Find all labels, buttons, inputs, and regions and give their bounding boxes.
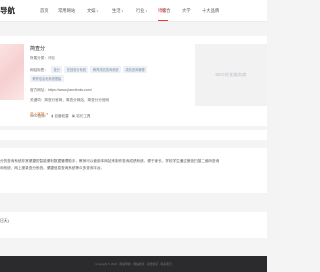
- nav-item-top-brands[interactable]: 十大品牌: [202, 8, 219, 14]
- chevron-down-icon: ▾: [145, 9, 148, 13]
- url-line: 官方网址：https://www.jiancfenkv.com/: [30, 88, 92, 92]
- tag-chip[interactable]: 在线查分系统: [64, 66, 89, 73]
- nav-item-industry[interactable]: 行业▾: [136, 8, 147, 14]
- baidu-weight-link[interactable]: 百度权重: [54, 114, 68, 118]
- nav-item-common-sites[interactable]: 常用网站: [58, 8, 75, 14]
- site-description: 分的查询系统非常便捷的智能便利数据管理助手，教师可以使用本网站来制作查询成绩系统…: [0, 148, 267, 193]
- date-info: 日天): [0, 212, 267, 238]
- tool-icon: ▣: [71, 114, 76, 118]
- top-navigation-bar: 导航 首页 常用网站 文娱▾ 生活▾ 行业▾ 综合 博客 大学 十大品牌: [0, 0, 267, 22]
- description-line: 询系统、网上报录查分系统，便捷信息查询系统等众多查询平台。: [0, 165, 105, 170]
- official-url-link[interactable]: https://www.jiancfenkv.com/: [48, 88, 92, 92]
- tag-chip[interactable]: 教育成绩查询系统: [90, 66, 121, 73]
- category-link[interactable]: 博客: [48, 56, 55, 60]
- date-text: 日天): [0, 219, 9, 223]
- seo-ad-text: SEO优化服务商: [215, 72, 247, 77]
- nav-item-university[interactable]: 大学: [182, 8, 191, 14]
- category-line: 所属分类：博客: [30, 56, 56, 60]
- nav-item-life[interactable]: 生活▾: [112, 8, 123, 14]
- keywords-line: 关键词：简查分官网，简查分网站，简查分分信网: [30, 98, 110, 102]
- footer-text: Copyright © 2023 · 网站导航 · 网站收录 · 免费收录 · …: [95, 262, 172, 266]
- section-divider: [0, 130, 267, 140]
- tag-list: 网站标签： 查分 在线查分系统 教育成绩查询系统 成绩查询管理教育信息化系统搭建: [30, 66, 160, 84]
- webmaster-tools-link[interactable]: 站长工具: [76, 114, 90, 118]
- chevron-down-icon: ▾: [96, 9, 99, 13]
- tag-chip[interactable]: 教育信息化系统搭建: [30, 75, 64, 82]
- nav-item-entertainment[interactable]: 文娱▾: [87, 8, 98, 14]
- site-logo[interactable]: 导航: [0, 5, 15, 16]
- tag-chip[interactable]: 查分: [50, 66, 63, 73]
- active-nav-indicator: [158, 20, 168, 22]
- page-footer: Copyright © 2023 · 网站导航 · 网站收录 · 免费收录 · …: [0, 256, 267, 272]
- nav-item-home[interactable]: 首页: [40, 8, 49, 14]
- nav-item-blog[interactable]: 博客: [158, 8, 167, 14]
- seo-ad-box[interactable]: SEO优化服务商: [195, 44, 267, 106]
- site-name: 简查分: [30, 46, 46, 52]
- chevron-down-icon: ▾: [121, 9, 124, 13]
- site-thumbnail[interactable]: [0, 44, 24, 100]
- visit-site-button[interactable]: 进入官网 ➜: [30, 112, 48, 117]
- tag-chip[interactable]: 成绩查询管理: [122, 66, 148, 73]
